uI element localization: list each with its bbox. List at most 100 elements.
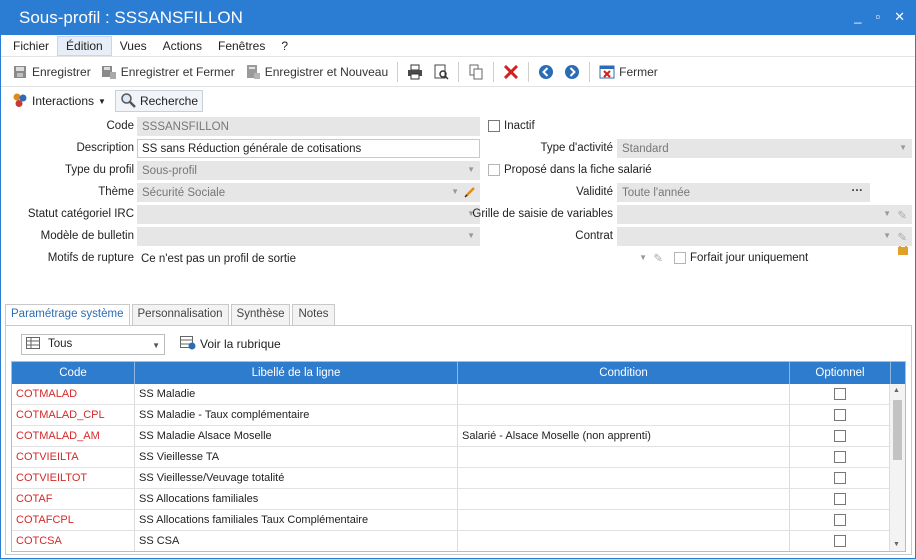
motifs-label: Motifs de rupture bbox=[47, 252, 134, 264]
interactions-button[interactable]: Interactions ▼ bbox=[7, 90, 111, 112]
chevron-down-icon: ▼ bbox=[98, 96, 106, 106]
optionnel-checkbox[interactable] bbox=[834, 514, 846, 526]
column-header-code[interactable]: Code bbox=[12, 362, 135, 384]
optionnel-checkbox[interactable] bbox=[834, 535, 846, 547]
menu-fichier[interactable]: Fichier bbox=[5, 37, 57, 55]
filter-select[interactable]: Tous ▼ bbox=[21, 333, 165, 355]
menu-actions[interactable]: Actions bbox=[155, 37, 210, 55]
code-field[interactable]: SSSANSFILLON bbox=[137, 117, 480, 136]
grid-header: Code Libellé de la ligne Condition Optio… bbox=[12, 362, 905, 384]
delete-x-icon bbox=[503, 64, 519, 80]
save-icon bbox=[12, 64, 28, 80]
optionnel-checkbox[interactable] bbox=[834, 409, 846, 421]
close-form-button[interactable]: Fermer bbox=[594, 60, 663, 84]
table-row[interactable]: COTCSA SS CSA bbox=[12, 531, 905, 551]
edit-pencil-icon[interactable] bbox=[464, 186, 476, 201]
table-row[interactable]: COTVIEILTA SS Vieillesse TA bbox=[12, 447, 905, 468]
optionnel-checkbox[interactable] bbox=[834, 472, 846, 484]
next-button[interactable] bbox=[559, 60, 585, 84]
interactions-icon bbox=[12, 92, 28, 111]
maximize-button[interactable]: ▫ bbox=[875, 9, 880, 25]
table-row[interactable]: COTMALAD SS Maladie bbox=[12, 384, 905, 405]
grille-select[interactable]: ▼ ✎ bbox=[617, 205, 912, 224]
table-row[interactable]: COTMALAD_CPL SS Maladie - Taux complément… bbox=[12, 405, 905, 426]
statut-label: Statut catégoriel IRC bbox=[27, 208, 134, 220]
column-header-libelle[interactable]: Libellé de la ligne bbox=[135, 362, 458, 384]
edit-pencil-icon[interactable]: ✎ bbox=[653, 251, 663, 265]
toolbar-separator bbox=[397, 61, 399, 82]
toolbar-separator bbox=[528, 61, 530, 82]
close-window-button[interactable]: ✕ bbox=[894, 9, 905, 25]
optionnel-checkbox[interactable] bbox=[834, 388, 846, 400]
toolbar-separator bbox=[493, 61, 495, 82]
toolbar-separator bbox=[458, 61, 460, 82]
previous-button[interactable] bbox=[533, 60, 559, 84]
optionnel-checkbox[interactable] bbox=[834, 493, 846, 505]
menu-help[interactable]: ? bbox=[273, 37, 296, 55]
ellipsis-icon[interactable]: ··· bbox=[852, 185, 864, 197]
scroll-down-icon[interactable]: ▼ bbox=[893, 541, 900, 548]
forfait-checkbox[interactable] bbox=[674, 252, 686, 264]
vertical-scrollbar[interactable]: ▲ ▼ bbox=[889, 384, 905, 551]
printer-icon bbox=[407, 64, 423, 80]
statut-select[interactable]: ▼ bbox=[137, 205, 480, 224]
edit-pencil-icon[interactable]: ✎ bbox=[897, 230, 907, 244]
validite-label: Validité bbox=[576, 186, 613, 198]
menu-fenetres[interactable]: Fenêtres bbox=[210, 37, 273, 55]
arrow-left-circle-icon bbox=[538, 64, 554, 80]
validite-field[interactable]: Toute l'année ··· bbox=[617, 183, 870, 202]
table-row[interactable]: COTAF SS Allocations familiales bbox=[12, 489, 905, 510]
main-toolbar: Enregistrer Enregistrer et Fermer Enregi… bbox=[1, 57, 915, 87]
tab-notes[interactable]: Notes bbox=[292, 304, 335, 326]
menu-edition[interactable]: Édition bbox=[57, 35, 112, 56]
optionnel-checkbox[interactable] bbox=[834, 451, 846, 463]
scrollbar-thumb[interactable] bbox=[893, 400, 902, 460]
edit-pencil-icon[interactable]: ✎ bbox=[897, 208, 907, 222]
search-icon bbox=[120, 92, 136, 111]
menu-vues[interactable]: Vues bbox=[112, 37, 155, 55]
close-form-icon bbox=[599, 64, 615, 80]
tab-personnalisation[interactable]: Personnalisation bbox=[131, 304, 229, 326]
modele-select[interactable]: ▼ bbox=[137, 227, 480, 246]
minimize-button[interactable]: _ bbox=[854, 9, 861, 25]
chevron-down-icon: ▼ bbox=[152, 340, 160, 350]
type-activite-select[interactable]: Standard ▼ bbox=[617, 139, 912, 158]
save-new-icon bbox=[245, 64, 261, 80]
description-label: Description bbox=[76, 142, 134, 154]
table-row[interactable]: COTVIEILTOT SS Vieillesse/Veuvage totalit… bbox=[12, 468, 905, 489]
tab-synthese[interactable]: Synthèse bbox=[230, 304, 291, 326]
print-preview-button[interactable] bbox=[428, 60, 454, 84]
toolbar-separator bbox=[589, 61, 591, 82]
type-profil-select[interactable]: Sous-profil ▼ bbox=[137, 161, 480, 180]
scroll-up-icon[interactable]: ▲ bbox=[893, 387, 900, 394]
propose-checkbox[interactable] bbox=[488, 164, 500, 176]
voir-rubrique-button[interactable]: Voir la rubrique bbox=[175, 333, 286, 355]
delete-button[interactable] bbox=[498, 60, 524, 84]
search-button[interactable]: Recherche bbox=[114, 90, 203, 112]
window-title: Sous-profil : SSSANSFILLON bbox=[19, 8, 243, 27]
table-icon bbox=[26, 336, 40, 352]
save-close-icon bbox=[101, 64, 117, 80]
optionnel-checkbox[interactable] bbox=[834, 430, 846, 442]
grid-toolbar: Tous ▼ Voir la rubrique bbox=[21, 333, 286, 355]
type-profil-label: Type du profil bbox=[64, 164, 134, 176]
arrow-right-circle-icon bbox=[564, 64, 580, 80]
table-row[interactable]: COTAFCPL SS Allocations familiales Taux C… bbox=[12, 510, 905, 531]
theme-select[interactable]: Sécurité Sociale ▼ bbox=[137, 183, 480, 202]
column-header-optionnel[interactable]: Optionnel bbox=[790, 362, 891, 384]
save-close-button[interactable]: Enregistrer et Fermer bbox=[96, 60, 240, 84]
propose-label: Proposé dans la fiche salarié bbox=[504, 164, 652, 176]
lines-grid: Code Libellé de la ligne Condition Optio… bbox=[11, 361, 906, 552]
inactif-checkbox[interactable] bbox=[488, 120, 500, 132]
save-button[interactable]: Enregistrer bbox=[7, 60, 96, 84]
contrat-select[interactable]: ▼ ✎ bbox=[617, 227, 912, 246]
table-row[interactable]: COTMALAD_AM SS Maladie Alsace Moselle Sala… bbox=[12, 426, 905, 447]
print-button[interactable] bbox=[402, 60, 428, 84]
code-label: Code bbox=[106, 120, 135, 132]
description-field[interactable]: SS sans Réduction générale de cotisation… bbox=[137, 139, 480, 158]
column-header-condition[interactable]: Condition bbox=[458, 362, 790, 384]
save-new-button[interactable]: Enregistrer et Nouveau bbox=[240, 60, 393, 84]
copy-button[interactable] bbox=[463, 60, 489, 84]
tab-parametrage[interactable]: Paramétrage système bbox=[5, 304, 130, 326]
motifs-select[interactable]: Ce n'est pas un profil de sortie ▼ ✎ bbox=[137, 249, 667, 268]
